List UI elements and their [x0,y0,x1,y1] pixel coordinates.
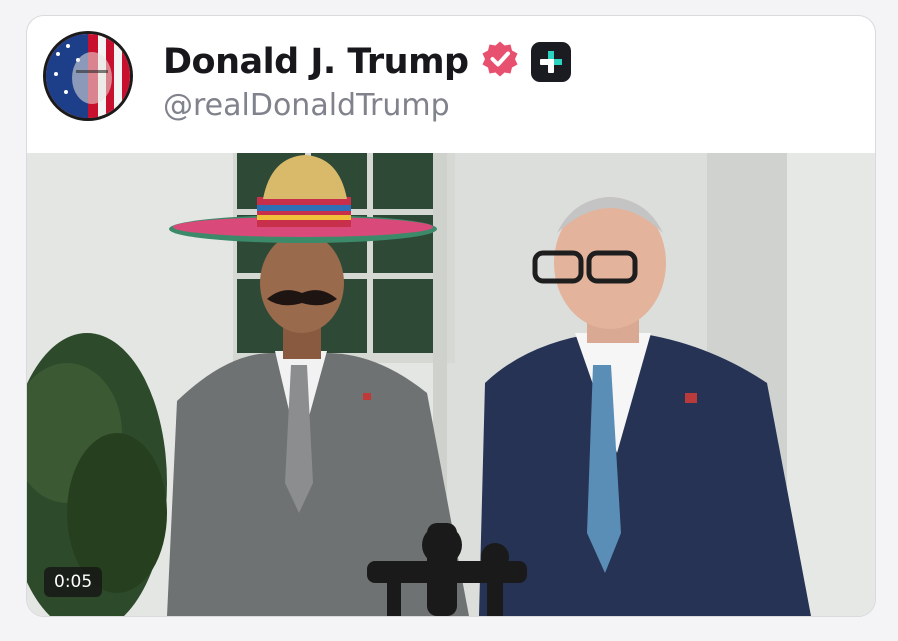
author-handle[interactable]: @realDonaldTrump [163,88,450,123]
author-avatar[interactable] [43,31,133,121]
author-display-name[interactable]: Donald J. Trump [163,42,469,82]
post-card: Donald J. Trump @realDonaldTrump 0:05 [26,15,876,617]
avatar-image [46,34,130,118]
plus-badge-icon [530,41,571,82]
video-timestamp: 0:05 [44,567,103,597]
author-name-row: Donald J. Trump [163,38,571,85]
video-frame [27,153,875,616]
video-player[interactable]: 0:05 [27,153,875,616]
verified-badge-icon [479,38,521,85]
